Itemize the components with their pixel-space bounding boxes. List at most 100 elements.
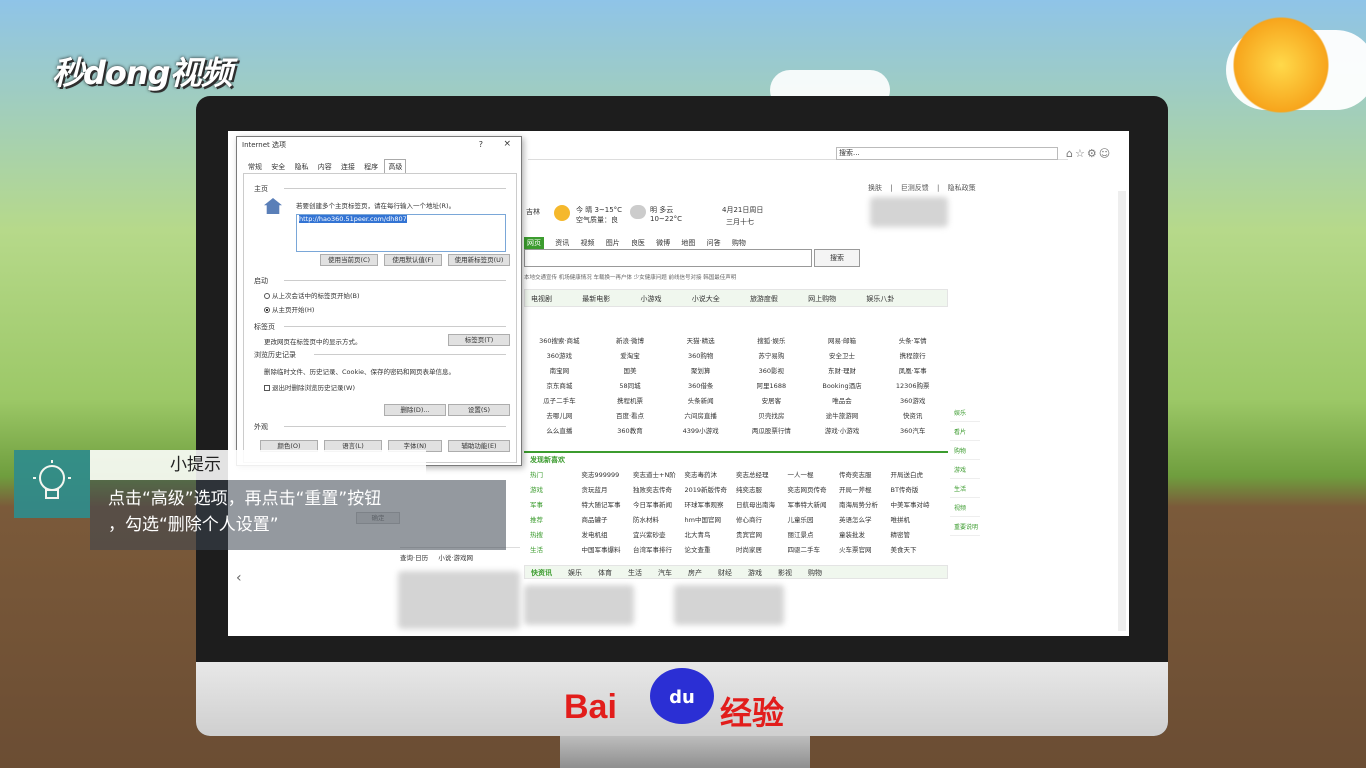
news-link[interactable]: 台湾军事排行 (633, 544, 685, 554)
feed-image[interactable] (524, 585, 634, 625)
use-newtab-button[interactable]: 使用新标签页(U) (448, 254, 510, 266)
news-link[interactable]: 发电机组 (582, 529, 634, 539)
back-arrow-icon[interactable]: ‹ (236, 570, 242, 586)
news-link[interactable]: 中美军事对峙 (891, 499, 943, 509)
city-label[interactable]: 吉林 (526, 207, 540, 217)
delete-on-exit-checkbox[interactable]: 退出时删除浏览历史记录(W) (264, 382, 355, 392)
site-link[interactable]: 头条新闻 (665, 395, 736, 405)
news-link[interactable]: 贵宾官网 (736, 529, 788, 539)
site-link[interactable]: 安全卫士 (807, 350, 878, 360)
site-link[interactable]: 网易·邮箱 (807, 335, 878, 345)
settings-button[interactable]: 设置(S) (448, 404, 510, 416)
site-link[interactable]: 南宝网 (524, 365, 595, 375)
channel-entertainment[interactable]: 娱乐八卦 (866, 295, 894, 303)
news-link[interactable]: hm中国官网 (685, 514, 737, 524)
news-link[interactable]: 奕志网页传奇 (788, 484, 840, 494)
news-link[interactable]: 精密管 (891, 529, 943, 539)
site-link[interactable]: 360借条 (665, 380, 736, 390)
site-link[interactable]: 头条·军情 (877, 335, 948, 345)
site-link[interactable]: 12306购票 (877, 380, 948, 390)
site-link[interactable]: 快资讯 (877, 410, 948, 420)
accessibility-button[interactable]: 辅助功能(E) (448, 440, 510, 452)
ad-banner[interactable] (870, 197, 948, 227)
hot-words[interactable]: 本地交通宣传 机场健康情况 车载换一再户体 少女健康问题 前线信号对接 韩国最佳… (524, 273, 864, 281)
use-current-button[interactable]: 使用当前页(C) (320, 254, 378, 266)
news-link[interactable]: 北大青鸟 (685, 529, 737, 539)
feed-tab[interactable]: 快资讯 (531, 569, 552, 577)
channel-tv[interactable]: 电视剧 (531, 295, 552, 303)
news-link[interactable]: 美食天下 (891, 544, 943, 554)
news-link[interactable]: 时尚家居 (736, 544, 788, 554)
tab-video[interactable]: 视频 (580, 238, 594, 248)
feed-tab[interactable]: 购物 (808, 569, 822, 577)
calendar-link[interactable]: 查询·日历 (400, 554, 428, 562)
news-link[interactable]: 贪玩蓝月 (582, 484, 634, 494)
side-button[interactable]: 看片 (950, 422, 980, 441)
site-link[interactable]: 六间房直播 (665, 410, 736, 420)
news-link[interactable]: 传奇奕志服 (839, 469, 891, 479)
tab-content[interactable]: 内容 (315, 160, 335, 174)
news-link[interactable]: 纯奕志服 (736, 484, 788, 494)
tab-security[interactable]: 安全 (268, 160, 288, 174)
news-link[interactable]: 中国军事爆料 (582, 544, 634, 554)
side-button[interactable]: 游戏 (950, 460, 980, 479)
news-link[interactable]: 童装批发 (839, 529, 891, 539)
feed-tab[interactable]: 体育 (598, 569, 612, 577)
site-link[interactable]: Booking酒店 (807, 380, 878, 390)
news-link[interactable]: 一人一棍 (788, 469, 840, 479)
side-button[interactable]: 购物 (950, 441, 980, 460)
search-button[interactable]: 搜索 (814, 249, 860, 267)
tab-web[interactable]: 网页 (524, 237, 544, 249)
site-link[interactable]: 爱淘宝 (595, 350, 666, 360)
news-link[interactable]: 环球军事观察 (685, 499, 737, 509)
site-link[interactable]: 4399小游戏 (665, 425, 736, 435)
site-link[interactable]: 携程旅行 (877, 350, 948, 360)
news-link[interactable]: 今日军事新闻 (633, 499, 685, 509)
news-link[interactable]: 2019新版传奇 (685, 484, 737, 494)
site-link[interactable]: 瓜子二手车 (524, 395, 595, 405)
site-link[interactable]: 唯品会 (807, 395, 878, 405)
tab-shopping[interactable]: 购物 (732, 238, 746, 248)
tab-connections[interactable]: 连接 (338, 160, 358, 174)
site-link[interactable]: 途牛旅游网 (807, 410, 878, 420)
portal-search-input[interactable] (524, 249, 812, 267)
news-category[interactable]: 推荐 (530, 514, 582, 524)
news-link[interactable]: 火车票官网 (839, 544, 891, 554)
news-link[interactable]: 开局一斧棍 (839, 484, 891, 494)
site-link[interactable]: 去哪儿网 (524, 410, 595, 420)
tab-programs[interactable]: 程序 (361, 160, 381, 174)
site-link[interactable]: 阿里1688 (736, 380, 807, 390)
news-link[interactable]: 开局送白虎 (891, 469, 943, 479)
news-link[interactable]: 论文查重 (685, 544, 737, 554)
site-link[interactable]: 安居客 (736, 395, 807, 405)
site-link[interactable]: 58同城 (595, 380, 666, 390)
news-category[interactable]: 游戏 (530, 484, 582, 494)
feed-tab[interactable]: 房产 (688, 569, 702, 577)
news-link[interactable]: 奕志毒药沐 (685, 469, 737, 479)
site-link[interactable]: 百度·看点 (595, 410, 666, 420)
site-link[interactable]: 京东商城 (524, 380, 595, 390)
news-link[interactable]: 宜兴紫砂壶 (633, 529, 685, 539)
news-link[interactable]: 防水材料 (633, 514, 685, 524)
channel-novel[interactable]: 小说大全 (692, 295, 720, 303)
site-link[interactable]: 360汽车 (877, 425, 948, 435)
news-link[interactable]: 儿童乐园 (788, 514, 840, 524)
site-link[interactable]: 凤凰·军事 (877, 365, 948, 375)
site-link[interactable]: 360搜索·商城 (524, 335, 595, 345)
site-link[interactable]: 苏宁易购 (736, 350, 807, 360)
feed-tab[interactable]: 汽车 (658, 569, 672, 577)
news-link[interactable]: 唯拼机 (891, 514, 943, 524)
site-link[interactable]: 新浪·微博 (595, 335, 666, 345)
news-link[interactable]: 军事特大新闻 (788, 499, 840, 509)
close-icon[interactable]: × (503, 139, 511, 149)
side-button[interactable]: 视频 (950, 498, 980, 517)
news-category[interactable]: 生活 (530, 544, 582, 554)
tab-map[interactable]: 地图 (681, 238, 695, 248)
feed-tab[interactable]: 财经 (718, 569, 732, 577)
news-link[interactable]: 四驱二手车 (788, 544, 840, 554)
site-link[interactable]: 么么直播 (524, 425, 595, 435)
news-link[interactable]: 奕志道士+N阶 (633, 469, 685, 479)
feed-tab[interactable]: 游戏 (748, 569, 762, 577)
tab-image[interactable]: 图片 (606, 238, 620, 248)
news-link[interactable]: 商品罐子 (582, 514, 634, 524)
